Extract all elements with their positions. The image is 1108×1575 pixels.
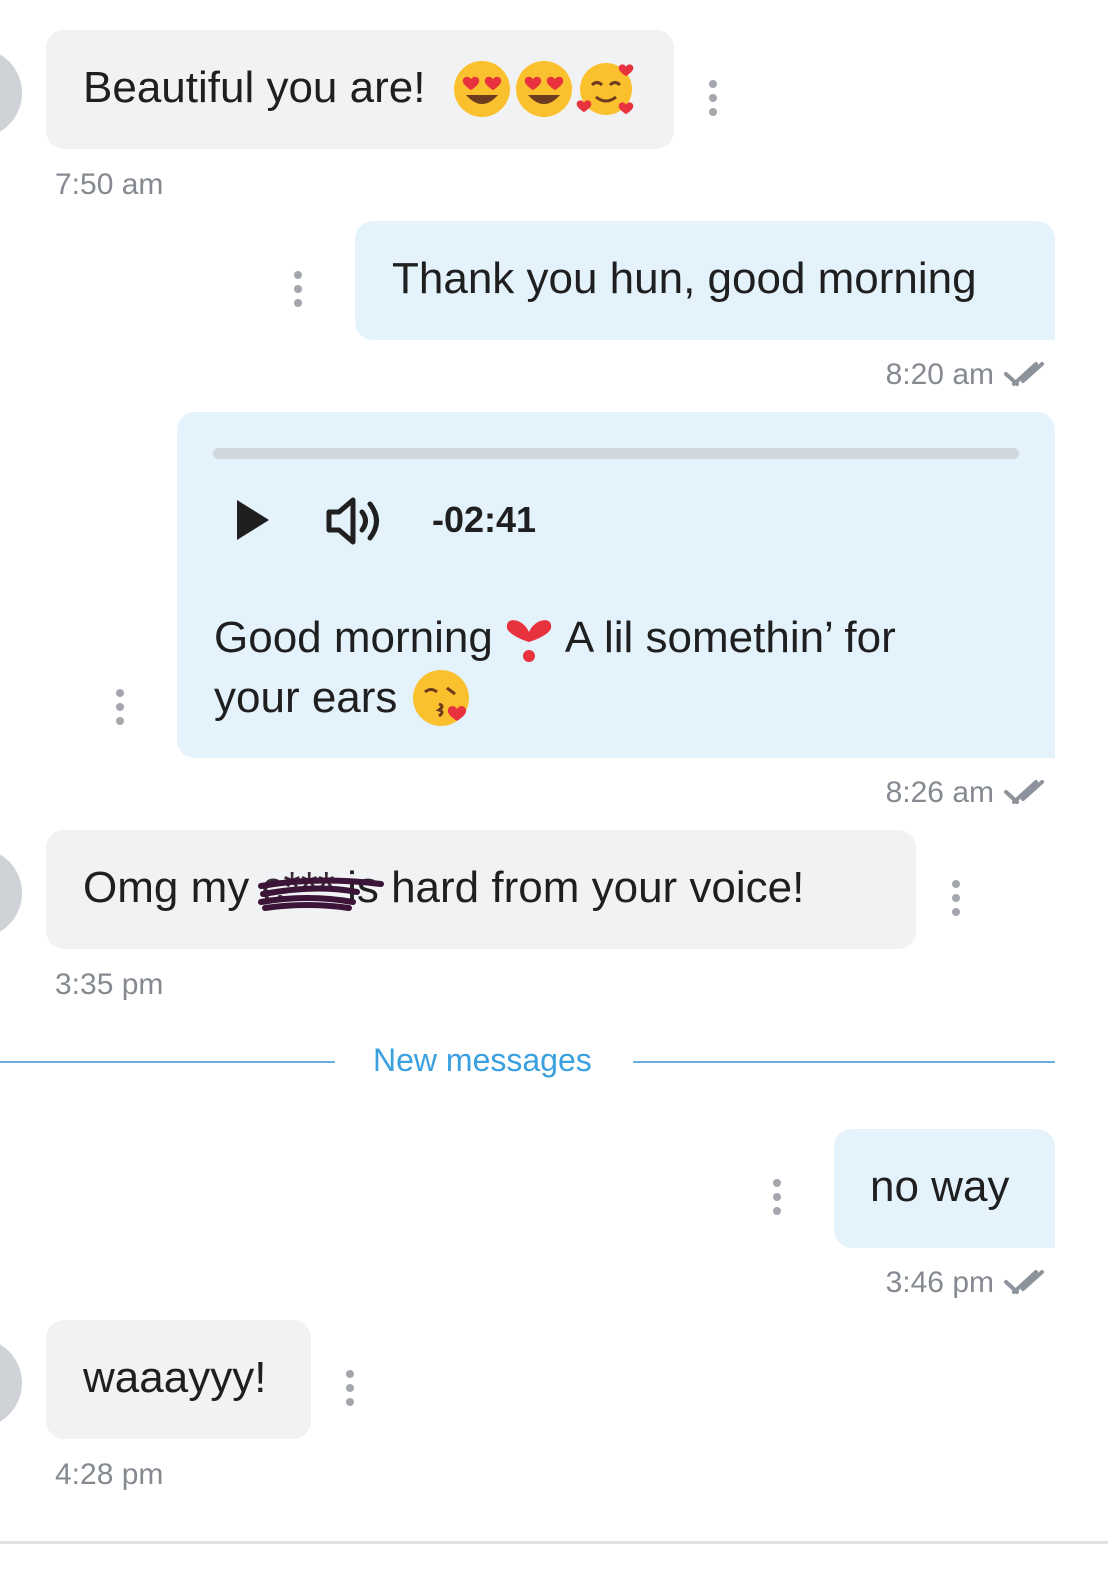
double-check-read-icon — [1004, 780, 1044, 804]
play-icon[interactable] — [235, 498, 271, 542]
audio-remaining-time: -02:41 — [432, 499, 537, 540]
voice-message-bubble[interactable]: -02:41 Good morning A lil somethin’ for … — [177, 412, 1055, 758]
message-text: Thank you hun, good morning — [392, 254, 977, 303]
message-text: is hard from your voice! — [347, 863, 805, 912]
heart-eyes-emoji-icon — [514, 59, 574, 119]
message-time: 8:26 am — [885, 776, 994, 809]
caption-text: Good morning — [214, 613, 493, 662]
more-options-icon[interactable] — [293, 271, 303, 307]
message-time: 4:28 pm — [55, 1458, 164, 1491]
heart-eyes-emoji-icon — [452, 59, 512, 119]
message-meta: 8:26 am — [886, 776, 1046, 810]
double-check-read-icon — [1004, 1270, 1044, 1294]
message-text: Omg my — [83, 863, 250, 912]
message-bubble-incoming[interactable]: waaayyy! — [46, 1320, 311, 1439]
face-blowing-kiss-icon — [411, 668, 473, 728]
message-bubble-incoming[interactable]: Beautiful you are! — [46, 30, 674, 149]
audio-progress-bar[interactable] — [213, 448, 1019, 459]
message-time: 7:50 am — [55, 168, 164, 201]
message-text: no way — [870, 1162, 1010, 1211]
message-time: 3:46 pm — [885, 1266, 994, 1299]
new-messages-divider: New messages — [373, 1042, 592, 1078]
more-options-icon[interactable] — [951, 880, 961, 916]
message-time: 3:35 pm — [55, 968, 164, 1001]
redacted-word: c*** — [258, 858, 385, 918]
divider-line — [633, 1061, 1055, 1063]
composer-border — [0, 1541, 1108, 1544]
message-time: 8:20 am — [885, 358, 994, 391]
contact-avatar[interactable] — [0, 1338, 22, 1428]
contact-avatar[interactable] — [0, 848, 22, 938]
double-check-read-icon — [1004, 362, 1044, 386]
scribble-redaction — [258, 877, 385, 911]
more-options-icon[interactable] — [115, 689, 125, 725]
message-bubble-outgoing[interactable]: no way — [834, 1129, 1055, 1248]
more-options-icon[interactable] — [345, 1370, 355, 1406]
message-bubble-outgoing[interactable]: Thank you hun, good morning — [355, 221, 1055, 340]
divider-line — [0, 1061, 335, 1063]
heavy-exclamation-heart-icon — [506, 620, 551, 662]
more-options-icon[interactable] — [772, 1179, 782, 1215]
contact-avatar[interactable] — [0, 48, 22, 138]
caption-text: A lil somethin’ for — [564, 613, 896, 662]
smiling-face-with-hearts-emoji-icon — [576, 59, 640, 121]
message-bubble-incoming[interactable]: Omg my c*** is hard from your voice! — [46, 830, 916, 949]
message-text: waaayyy! — [83, 1353, 267, 1402]
message-text: Beautiful you are! — [83, 63, 426, 112]
volume-icon[interactable] — [325, 496, 389, 546]
more-options-icon[interactable] — [708, 80, 718, 116]
message-meta: 3:46 pm — [886, 1266, 1046, 1300]
caption-text: your ears — [214, 673, 398, 722]
message-meta: 8:20 am — [886, 358, 1046, 392]
